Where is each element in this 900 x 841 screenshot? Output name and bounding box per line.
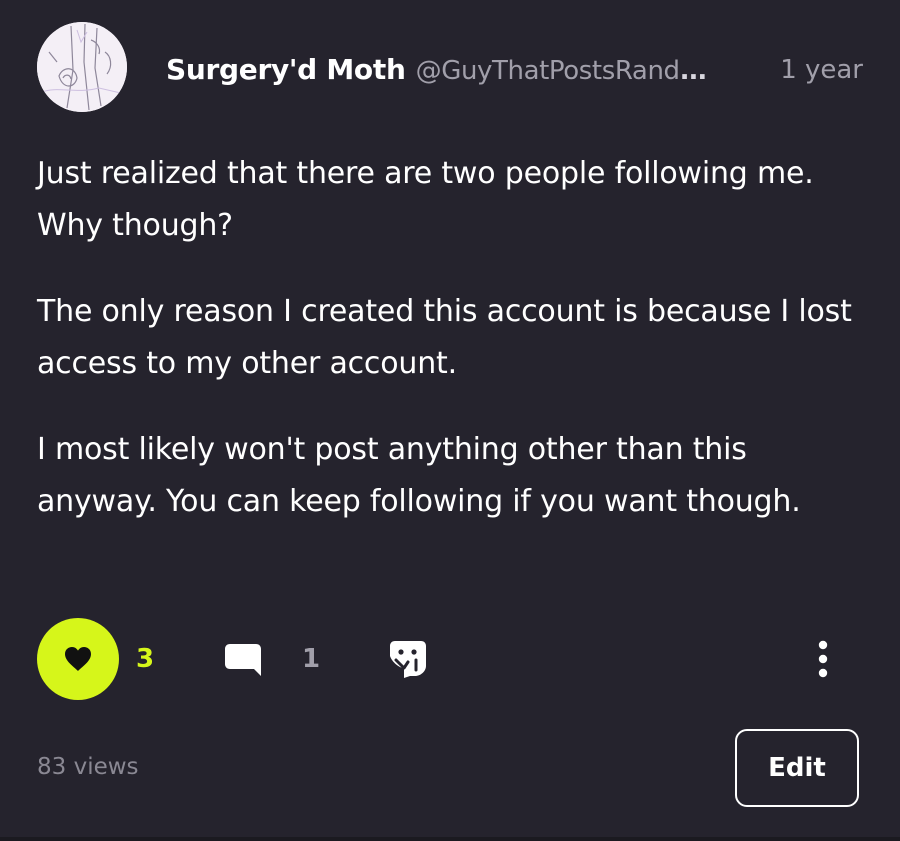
post-timestamp: 1 year — [780, 55, 863, 85]
share-button[interactable] — [388, 638, 428, 680]
like-count: 3 — [136, 644, 155, 674]
share-icon — [390, 641, 426, 678]
post-paragraph: Just realized that there are two people … — [37, 156, 814, 243]
author-handle-ellipsis: ... — [679, 56, 708, 86]
divider — [0, 837, 900, 841]
author-name[interactable]: Surgery'd Moth — [166, 53, 406, 86]
author-handle[interactable]: @GuyThatPostsRand — [416, 56, 680, 86]
more-options-button[interactable] — [806, 638, 840, 680]
edit-button[interactable]: Edit — [735, 729, 859, 807]
vertical-ellipsis-icon — [818, 640, 828, 678]
post-paragraph: I most likely won't post anything other … — [37, 432, 801, 519]
post-card: Surgery'd Moth @GuyThatPostsRand... 1 ye… — [0, 0, 900, 841]
comment-button[interactable] — [224, 640, 264, 680]
comment-count: 1 — [302, 644, 321, 674]
avatar[interactable] — [37, 22, 127, 112]
post-author[interactable]: Surgery'd Moth @GuyThatPostsRand... — [166, 53, 708, 89]
view-count: 83 views — [37, 754, 139, 780]
post-paragraph: The only reason I created this account i… — [37, 294, 852, 381]
speech-bubble-icon — [225, 644, 261, 676]
like-button[interactable] — [37, 618, 119, 700]
heart-icon — [65, 647, 91, 671]
avatar-image — [37, 22, 127, 112]
post-body: Just realized that there are two people … — [37, 148, 867, 562]
